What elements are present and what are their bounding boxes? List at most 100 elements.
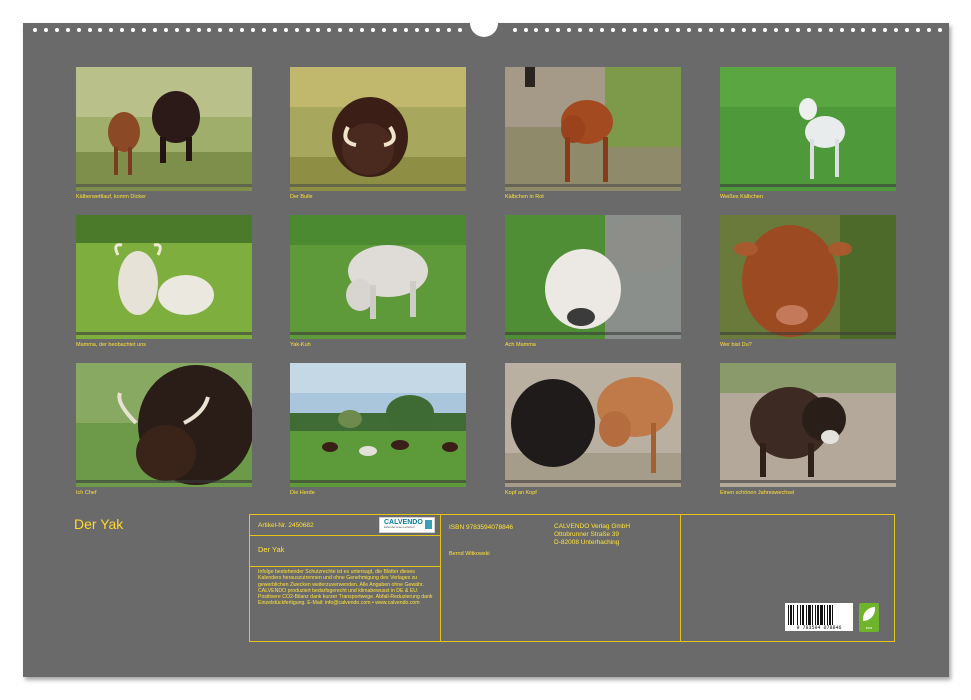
photo-caption: Ich Chef — [76, 490, 97, 496]
binding-hole — [850, 28, 855, 32]
publisher-line-3: D-82008 Unterhaching — [554, 539, 620, 546]
binding-hole — [131, 28, 136, 32]
binding-hole — [752, 28, 757, 32]
binding-hole — [556, 28, 561, 32]
binding-hole — [403, 28, 408, 32]
binding-hole — [883, 28, 888, 32]
photo-thumbnail — [505, 215, 681, 339]
binding-hole — [665, 28, 670, 32]
binding-hole — [708, 28, 713, 32]
eco-label: eco — [865, 625, 873, 630]
photo-caption: Kälbchen in Rot — [505, 194, 544, 200]
binding-hole — [512, 28, 517, 32]
calf-face-photo — [505, 215, 681, 339]
binding-hole — [937, 28, 942, 32]
two-calves-photo — [505, 363, 681, 487]
white-calf-photo — [720, 67, 896, 191]
binding-hole — [327, 28, 332, 32]
brown-calf-face-photo — [720, 215, 896, 339]
photo-thumbnail — [505, 67, 681, 191]
binding-hole — [676, 28, 681, 32]
binding-hole — [33, 28, 37, 32]
binding-hole — [719, 28, 724, 32]
photo-caption: Yak-Kuh — [290, 342, 311, 348]
binding-hole — [65, 28, 70, 32]
binding-hole — [196, 28, 201, 32]
binding-hole — [360, 28, 364, 32]
binding-hole — [796, 28, 800, 32]
photo-caption: Der Bulle — [290, 194, 313, 200]
calf-and-yak-photo — [76, 67, 252, 191]
binding-hole — [349, 28, 354, 32]
photo-thumbnail — [720, 67, 896, 191]
dark-calf-photo — [720, 363, 896, 487]
binding-hole — [828, 28, 833, 32]
article-number: Artikel-Nr. 2450682 — [258, 522, 314, 529]
binding-hole — [654, 28, 659, 32]
photo-caption: Mamma, der beobachtet uns — [76, 342, 147, 348]
binding-hole — [730, 28, 735, 32]
barcode: 9 783594 078846 — [785, 603, 853, 631]
binding-hole — [534, 28, 539, 32]
binding-hole — [915, 28, 920, 32]
binding-hole — [861, 28, 866, 32]
binding-hole — [817, 28, 822, 32]
binding-hole — [240, 28, 245, 32]
photo-caption: Weißes Kälbchen — [720, 194, 764, 200]
binding-hole — [458, 28, 463, 32]
binding-hole — [436, 28, 441, 32]
photo-thumbnail — [720, 215, 896, 339]
author: Bernd Witkowski — [449, 551, 490, 557]
binding-hole — [370, 28, 375, 32]
barcode-bar — [833, 605, 836, 625]
photo-thumbnail — [720, 363, 896, 487]
photo-caption: Einen schönen Jahreswechsel — [720, 490, 795, 496]
binding-hole — [545, 28, 550, 32]
binding-hole — [621, 28, 626, 32]
eco-badge: eco — [859, 603, 879, 632]
binding-hole — [774, 28, 779, 32]
herd-landscape-photo — [290, 363, 466, 487]
photo-thumbnail — [76, 363, 252, 487]
binding-hole — [905, 28, 909, 32]
white-yak-mother-calf-photo — [76, 215, 252, 339]
binding-hole — [806, 28, 811, 32]
binding-hole — [229, 28, 234, 32]
photo-thumbnail — [290, 215, 466, 339]
photo-caption: Ach Mamma — [505, 342, 536, 348]
binding-hole — [218, 28, 223, 32]
binding-hole — [763, 28, 768, 32]
binding-hole — [567, 28, 572, 32]
binding-hole — [87, 28, 92, 32]
binding-hole — [152, 28, 157, 32]
binding-hole — [251, 28, 255, 32]
calvendo-logo: CALVENDO kalender-lesen-erleben — [379, 517, 435, 533]
isbn: ISBN 9783594078846 — [449, 524, 513, 531]
binding-hole — [338, 28, 343, 32]
binding-hole — [272, 28, 277, 32]
photo-caption: Kälberwettlauf, komm Dicker — [76, 194, 146, 200]
yak-bull-photo — [290, 67, 466, 191]
photo-thumbnail — [505, 363, 681, 487]
photo-caption: Kopf an Kopf — [505, 490, 537, 496]
binding-hole — [98, 28, 103, 32]
binding-hole — [283, 28, 288, 32]
legal-notice: Infolge bestehender Schutzrechte ist es … — [258, 569, 433, 607]
binding-hole — [599, 28, 604, 32]
photo-thumbnail — [76, 215, 252, 339]
binding-hole — [294, 28, 299, 32]
publisher-line-1: CALVENDO Verlag GmbH — [554, 523, 631, 530]
binding-hole — [741, 28, 746, 32]
barcode-bars — [788, 605, 850, 625]
photo-caption: Wer bist Du? — [720, 342, 752, 348]
binding-hole — [643, 28, 648, 32]
binding-hole — [414, 28, 419, 32]
calvendo-flag-icon — [425, 520, 432, 529]
binding-hole — [174, 28, 179, 32]
binding-hole — [425, 28, 430, 32]
leaf-icon — [863, 607, 875, 621]
binding-hole — [523, 28, 528, 32]
binding-hole — [872, 28, 877, 32]
binding-hole — [142, 28, 146, 32]
binding-hole — [687, 28, 691, 32]
